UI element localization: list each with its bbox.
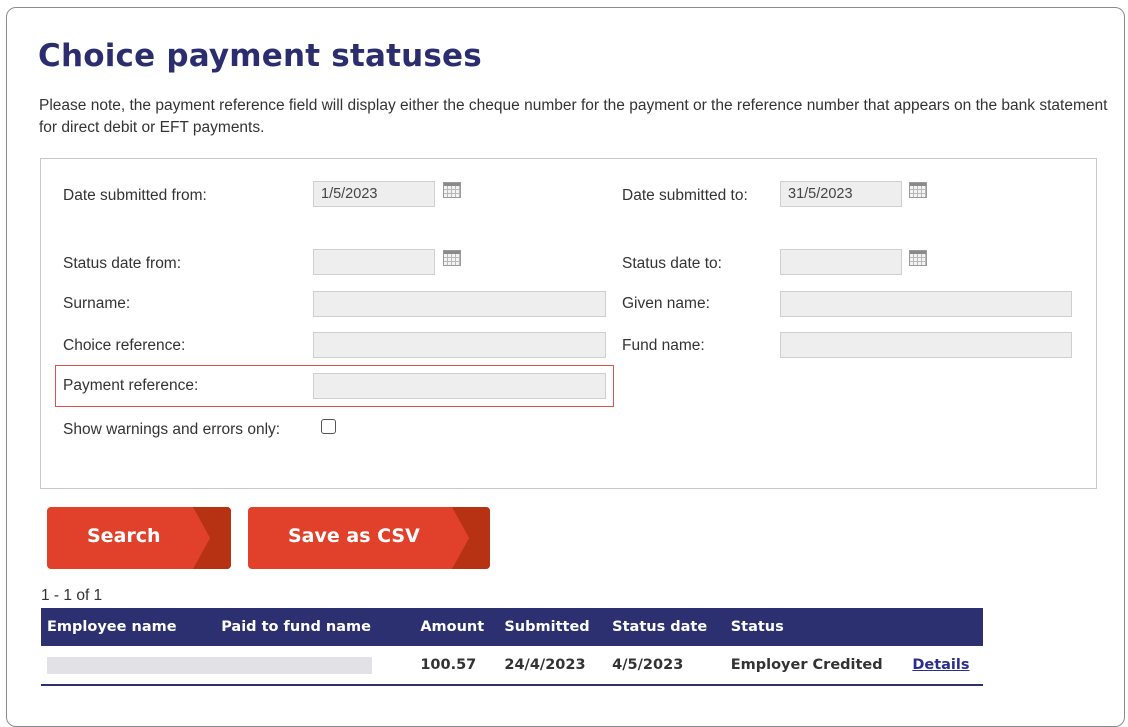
column-header-status-date[interactable]: Status date (606, 608, 725, 646)
show-warnings-checkbox[interactable] (321, 419, 336, 434)
date-submitted-from-input[interactable] (313, 181, 435, 207)
calendar-icon[interactable] (443, 182, 461, 198)
column-header-actions (906, 608, 983, 646)
status-date-from-input[interactable] (313, 249, 435, 275)
column-header-status[interactable]: Status (724, 608, 907, 646)
status-cell: Employer Credited (724, 646, 907, 686)
choice-reference-label: Choice reference: (63, 337, 186, 354)
date-submitted-to-input[interactable] (780, 181, 902, 207)
choice-reference-input[interactable] (313, 332, 606, 358)
column-header-submitted[interactable]: Submitted (498, 608, 607, 646)
payment-reference-input[interactable] (313, 373, 606, 399)
status-date-from-label: Status date from: (63, 255, 182, 272)
status-date-to-input[interactable] (780, 249, 902, 275)
results-table: Employee name Paid to fund name Amount S… (41, 608, 983, 686)
surname-input[interactable] (313, 291, 606, 317)
save-csv-button-label: Save as CSV (288, 525, 420, 547)
calendar-icon[interactable] (909, 182, 927, 198)
payment-reference-note: Please note, the payment reference field… (39, 97, 1108, 136)
employee-fund-cell (41, 646, 415, 686)
date-submitted-to-label: Date submitted to: (622, 187, 748, 204)
arrow-icon (452, 507, 490, 569)
amount-cell: 100.57 (414, 646, 499, 686)
payment-reference-label: Payment reference: (63, 377, 199, 394)
calendar-icon[interactable] (443, 250, 461, 266)
save-csv-button[interactable]: Save as CSV (248, 507, 490, 569)
status-date-cell: 4/5/2023 (606, 646, 725, 686)
results-count: 1 - 1 of 1 (41, 587, 103, 604)
search-button[interactable]: Search (47, 507, 231, 569)
arrow-icon (193, 507, 231, 569)
status-date-to-label: Status date to: (622, 255, 722, 272)
fund-name-input[interactable] (780, 332, 1072, 358)
column-header-paid-to-fund-name[interactable]: Paid to fund name (215, 608, 415, 646)
column-header-employee-name[interactable]: Employee name (41, 608, 216, 646)
redacted-name-bar (47, 656, 372, 674)
table-row: 100.57 24/4/2023 4/5/2023 Employer Credi… (41, 646, 983, 686)
calendar-icon[interactable] (909, 250, 927, 266)
given-name-label: Given name: (622, 295, 710, 312)
fund-name-label: Fund name: (622, 337, 705, 354)
details-link[interactable]: Details (912, 657, 969, 673)
page-title: Choice payment statuses (38, 38, 482, 74)
search-button-label: Search (87, 525, 161, 547)
column-header-amount[interactable]: Amount (414, 608, 499, 646)
table-header-row: Employee name Paid to fund name Amount S… (41, 608, 983, 646)
submitted-cell: 24/4/2023 (498, 646, 607, 686)
show-warnings-label: Show warnings and errors only: (63, 421, 281, 438)
given-name-input[interactable] (780, 291, 1072, 317)
date-submitted-from-label: Date submitted from: (63, 187, 207, 204)
surname-label: Surname: (63, 295, 131, 312)
details-cell: Details (906, 646, 983, 686)
